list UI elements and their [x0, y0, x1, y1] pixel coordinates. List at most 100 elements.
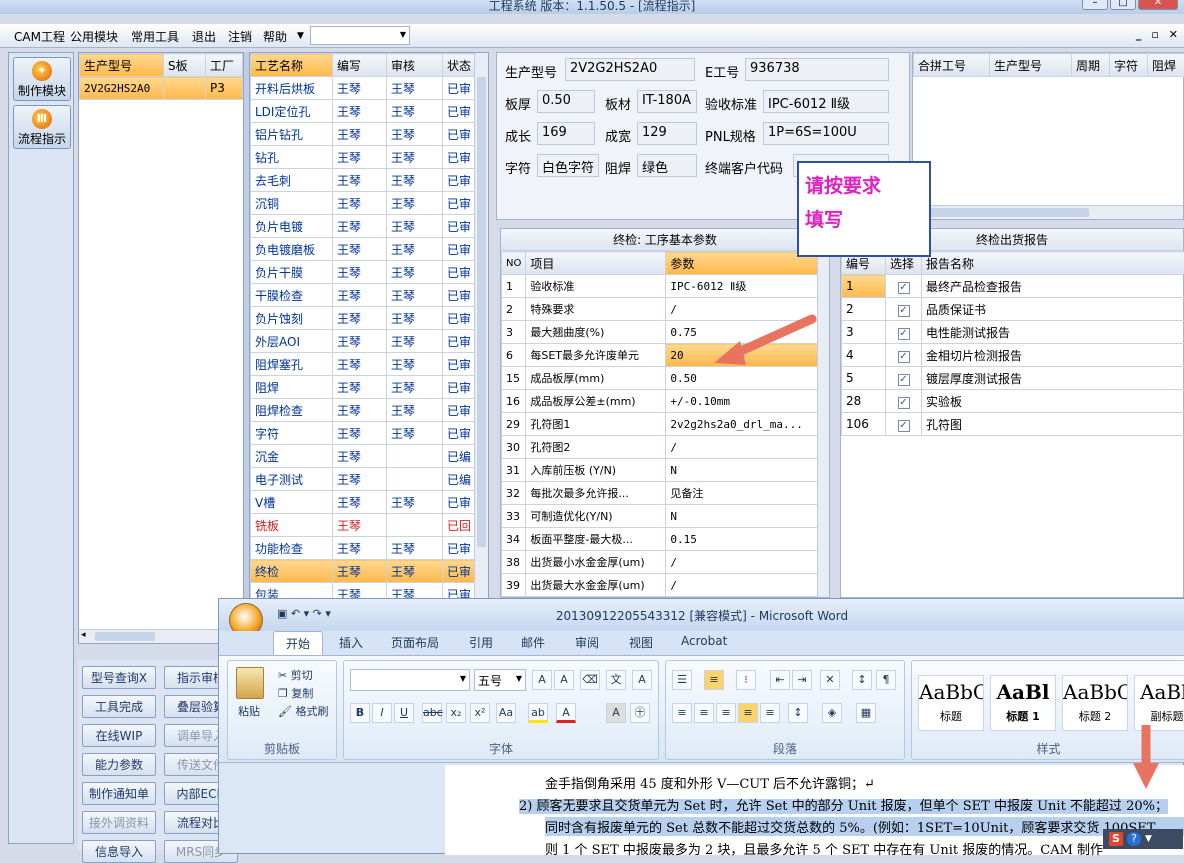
align-right-icon[interactable]: ≡	[716, 703, 736, 723]
align-center-icon[interactable]: ≡	[694, 703, 714, 723]
col-header[interactable]: 项目	[526, 252, 666, 275]
phonetic-icon[interactable]: 文	[606, 670, 626, 690]
char-shading-icon[interactable]: A	[606, 703, 626, 723]
close-icon[interactable]: ✕	[1138, 0, 1178, 10]
table-row[interactable]: 铣板王琴已回	[251, 514, 476, 537]
style-item[interactable]: AaBbC标题 2	[1062, 675, 1128, 731]
table-row[interactable]: 开料后烘板王琴王琴已审	[251, 77, 476, 100]
style-item[interactable]: AaBbC标题	[918, 675, 984, 731]
col-header[interactable]: 生产型号	[80, 54, 164, 77]
menu-help[interactable]: 帮助	[263, 28, 287, 45]
menu-common[interactable]: 公用模块	[70, 28, 118, 45]
strike-icon[interactable]: abc	[422, 703, 442, 723]
increase-indent-icon[interactable]: ⇥	[792, 670, 812, 690]
tab-2[interactable]: 页面布局	[391, 634, 439, 651]
checkbox[interactable]: ✓	[898, 282, 910, 294]
enclose-char-icon[interactable]: ㊉	[630, 703, 650, 723]
subscript-icon[interactable]: x₂	[446, 703, 466, 723]
table-row[interactable]: 沉金王琴已编	[251, 445, 476, 468]
table-row[interactable]: V槽王琴王琴已审	[251, 491, 476, 514]
numbering-icon[interactable]: ≡	[704, 670, 724, 690]
table-row[interactable]: 字符王琴王琴已审	[251, 422, 476, 445]
help-icon[interactable]: ?	[1127, 832, 1141, 846]
checkbox[interactable]: ✓	[898, 420, 910, 432]
multilevel-icon[interactable]: ⁝	[736, 670, 756, 690]
nav-flow-guide[interactable]: Ⅲ 流程指示	[13, 105, 71, 149]
bullets-icon[interactable]: ☰	[672, 670, 692, 690]
chevron-down-icon[interactable]: ▼	[1145, 834, 1152, 844]
minimize-icon[interactable]: –	[1082, 0, 1108, 10]
table-row[interactable]: 3✓电性能测试报告	[842, 321, 1184, 344]
table-row[interactable]: 外层AOI王琴王琴已审	[251, 330, 476, 353]
copy-button[interactable]: ❐ 复制	[278, 685, 313, 701]
nav-make-module[interactable]: ✦ 制作模块	[13, 57, 71, 101]
scroll-thumb[interactable]	[477, 77, 486, 547]
table-row[interactable]: 31入库前压板 (Y/N)N	[502, 459, 819, 482]
col-header[interactable]: 报告名称	[922, 252, 1184, 275]
table-row[interactable]: 39出货最大水金金厚(um)/	[502, 574, 819, 597]
col-header[interactable]: 审核	[386, 54, 442, 77]
menu-tools[interactable]: 常用工具	[131, 28, 179, 45]
menu-logout[interactable]: 注销	[228, 28, 252, 45]
col-header[interactable]: S板	[164, 54, 206, 77]
table-row[interactable]: 4✓金相切片检测报告	[842, 344, 1184, 367]
table-row[interactable]: LDI定位孔王琴王琴已审	[251, 100, 476, 123]
eno-field[interactable]: 936738	[745, 58, 889, 81]
wid-field[interactable]: 129	[637, 122, 697, 145]
table-row[interactable]: 阻焊王琴王琴已审	[251, 376, 476, 399]
table-row[interactable]: 38出货最小水金金厚(um)/	[502, 551, 819, 574]
show-marks-icon[interactable]: ¶	[876, 670, 896, 690]
asian-layout-icon[interactable]: ✕	[820, 670, 840, 690]
chevron-down-icon[interactable]: ▼	[297, 31, 304, 41]
table-row[interactable]: 钻孔王琴王琴已审	[251, 146, 476, 169]
table-row[interactable]: 功能检查王琴王琴已审	[251, 537, 476, 560]
col-header[interactable]: 周期	[1072, 54, 1110, 77]
menu-cam[interactable]: CAM工程	[14, 28, 65, 45]
col-header[interactable]: 工厂	[206, 54, 243, 77]
font-name-combo[interactable]: ▼	[350, 669, 470, 691]
action-button[interactable]: 型号查询X	[82, 666, 156, 689]
v-scrollbar[interactable]	[817, 251, 829, 598]
table-row[interactable]: 负片干膜王琴王琴已审	[251, 261, 476, 284]
line-spacing-icon[interactable]: ↕	[788, 703, 808, 723]
grow-font-icon[interactable]: A	[532, 670, 552, 690]
style-item[interactable]: AaBl标题 1	[990, 675, 1056, 731]
mdi-close-icon[interactable]: ✕	[1169, 28, 1178, 41]
col-header[interactable]: 状态	[442, 54, 475, 77]
table-row[interactable]: 干膜检查王琴王琴已审	[251, 284, 476, 307]
std-field[interactable]: IPC-6012 Ⅱ级	[763, 90, 889, 113]
distribute-icon[interactable]: ≡	[760, 703, 780, 723]
tab-7[interactable]: Acrobat	[681, 634, 727, 648]
col-header[interactable]: NO	[502, 252, 526, 275]
table-row[interactable]: 30孔符图2/	[502, 436, 819, 459]
col-header[interactable]: 参数	[666, 252, 819, 275]
checkbox[interactable]: ✓	[898, 351, 910, 363]
col-header[interactable]: 阻焊	[1148, 54, 1184, 77]
table-row[interactable]: 33可制造优化(Y/N)N	[502, 505, 819, 528]
clear-format-icon[interactable]: ⌫	[580, 670, 600, 690]
v-scrollbar[interactable]	[474, 53, 488, 604]
borders-icon[interactable]: ▦	[856, 703, 876, 723]
mdi-restore-icon[interactable]: ▫	[1151, 28, 1158, 41]
checkbox[interactable]: ✓	[898, 328, 910, 340]
checkbox[interactable]: ✓	[898, 374, 910, 386]
table-row[interactable]: 16成品板厚公差±(mm)+/-0.10mm	[502, 390, 819, 413]
table-row[interactable]: 2V2G2HS2A0 P3	[80, 77, 243, 100]
table-row[interactable]: 负片电镀王琴王琴已审	[251, 215, 476, 238]
underline-icon[interactable]: U	[394, 703, 414, 723]
table-row[interactable]: 34板面平整度-最大极...0.15	[502, 528, 819, 551]
menu-combo[interactable]: ▼	[310, 26, 410, 45]
scroll-left-icon[interactable]: ◂	[81, 630, 86, 640]
paste-icon[interactable]	[236, 667, 264, 699]
table-row[interactable]: 2✓品质保证书	[842, 298, 1184, 321]
highlight-icon[interactable]: ab	[528, 703, 548, 723]
shrink-font-icon[interactable]: A	[554, 670, 574, 690]
paste-label[interactable]: 粘贴	[238, 703, 260, 719]
table-row[interactable]: 负片蚀刻王琴王琴已审	[251, 307, 476, 330]
col-header[interactable]: 生产型号	[990, 54, 1072, 77]
shading-icon[interactable]: ◈	[822, 703, 842, 723]
table-row[interactable]: 负电镀磨板王琴王琴已审	[251, 238, 476, 261]
table-row[interactable]: 5✓镀层厚度测试报告	[842, 367, 1184, 390]
sogou-icon[interactable]: S	[1109, 832, 1123, 846]
table-row[interactable]: 终检王琴王琴已审	[251, 560, 476, 583]
